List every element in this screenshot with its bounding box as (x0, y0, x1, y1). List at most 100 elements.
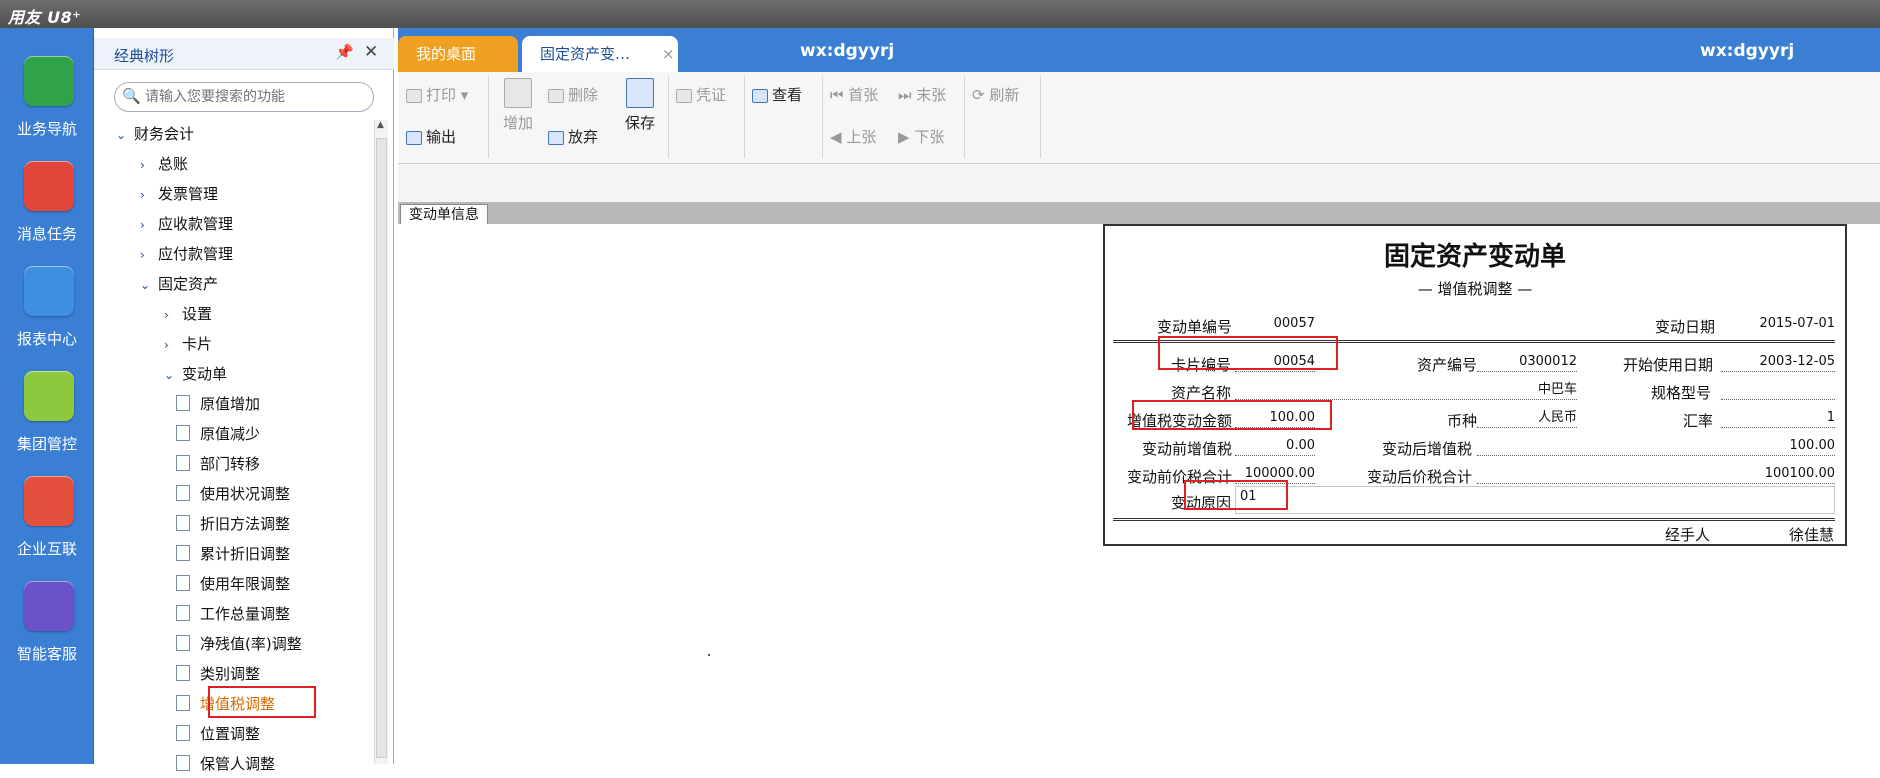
refresh-button[interactable]: ⟳ 刷新 (972, 84, 1019, 105)
delete-button[interactable]: 删除 (548, 84, 598, 105)
tab-bar: 我的桌面 固定资产变… × wx:dgyyrj wx:dgyyrj (398, 28, 1880, 72)
tree-item[interactable]: › 设置 (164, 300, 212, 329)
start-date-field[interactable]: 2003-12-05 (1721, 352, 1835, 372)
tree-item[interactable]: ⌄ 财务会计 (116, 120, 194, 149)
chevron-right-icon[interactable]: › (164, 331, 182, 359)
tree-item[interactable]: › 总账 (140, 150, 188, 179)
document-icon (176, 574, 190, 591)
nav-item-2[interactable]: 报表中心 (0, 266, 94, 366)
document-icon (176, 544, 190, 561)
scroll-thumb[interactable] (376, 138, 387, 758)
document-icon (176, 664, 190, 681)
doc-no-label: 变动单编号 (1157, 318, 1233, 336)
tree-item[interactable]: 净残值(率)调整 (176, 630, 302, 658)
tree-item[interactable]: › 应付款管理 (140, 240, 233, 269)
toolbar: 打印 ▾ 输出 增加 删除 放弃 保存 凭证 查看 ⏮ 首张 ⏭ 末张 ◀ 上张… (398, 72, 1880, 164)
document-icon (176, 424, 190, 441)
tree-item[interactable]: 原值增加 (176, 390, 260, 418)
tree-title: 经典树形 (114, 47, 175, 65)
tree-item-label: 固定资产 (158, 275, 219, 293)
chevron-right-icon[interactable]: › (140, 181, 158, 209)
chevron-down-icon[interactable]: ⌄ (116, 121, 134, 149)
voucher-button[interactable]: 凭证 (676, 84, 726, 105)
tab-home[interactable]: 我的桌面 (398, 36, 518, 72)
tree-item[interactable]: › 应收款管理 (140, 210, 233, 239)
tree-item[interactable]: 保管人调整 (176, 750, 275, 778)
print-button[interactable]: 打印 ▾ (406, 84, 468, 105)
tree-item[interactable]: 增值税调整 (176, 690, 275, 718)
asset-no-label: 资产编号 (1417, 356, 1478, 374)
tree-item[interactable]: 位置调整 (176, 720, 260, 748)
date-value: 2015-07-01 (1759, 316, 1835, 331)
close-icon[interactable]: ✕ (364, 42, 378, 62)
chevron-right-icon[interactable]: › (164, 301, 182, 329)
tab-change-info[interactable]: 变动单信息 (400, 204, 488, 224)
nav-label: 报表中心 (16, 330, 77, 348)
left-nav: 业务导航 消息任务报表中心集团管控 企业互联 智能客服 (0, 28, 94, 764)
tab-fixed-asset-change[interactable]: 固定资产变… × (522, 36, 678, 72)
tree-item[interactable]: 使用年限调整 (176, 570, 290, 598)
scroll-up-icon[interactable]: ▲ (377, 120, 384, 130)
last-button[interactable]: ⏭ 末张 (898, 84, 946, 105)
tree-item[interactable]: 部门转移 (176, 450, 260, 478)
next-button[interactable]: ▶ 下张 (898, 126, 944, 147)
first-button[interactable]: ⏮ 首张 (830, 84, 878, 105)
vat-before-field: 0.00 (1235, 436, 1315, 456)
nav-icon (24, 371, 74, 421)
tree-item-label: 财务会计 (134, 125, 195, 143)
highlight-reason (1184, 480, 1288, 510)
chevron-down-icon[interactable]: ⌄ (164, 361, 182, 389)
view-icon (752, 88, 768, 103)
chevron-right-icon[interactable]: › (140, 151, 158, 179)
tree-item[interactable]: ⌄ 固定资产 (140, 270, 218, 299)
currency-field[interactable]: 人民币 (1477, 408, 1577, 428)
nav-item-1[interactable]: 消息任务 (0, 161, 94, 261)
nav-item-5[interactable]: 智能客服 (0, 581, 94, 681)
tree-item-label: 发票管理 (158, 185, 219, 203)
handler-label: 经手人 (1665, 526, 1711, 544)
document-icon (176, 484, 190, 501)
rate-field[interactable]: 1 (1721, 408, 1835, 428)
nav-item-0[interactable]: 业务导航 (0, 56, 94, 156)
tree-item[interactable]: 工作总量调整 (176, 600, 290, 628)
printer-icon (406, 88, 422, 103)
chevron-right-icon[interactable]: › (140, 211, 158, 239)
spec-field[interactable] (1721, 380, 1835, 400)
tree-item[interactable]: 类别调整 (176, 660, 260, 688)
tree-item-label: 累计折旧调整 (200, 545, 291, 563)
reason-input[interactable]: 01 (1235, 486, 1835, 514)
tree-item[interactable]: 原值减少 (176, 420, 260, 448)
tree-scrollbar[interactable]: ▲ (374, 120, 388, 764)
tree-item-label: 设置 (182, 305, 213, 323)
tree-item-label: 工作总量调整 (200, 605, 291, 623)
form-divider (1113, 518, 1835, 522)
export-button[interactable]: 输出 (406, 126, 456, 147)
prev-button[interactable]: ◀ 上张 (830, 126, 876, 147)
asset-name-field[interactable]: 中巴车 (1235, 380, 1577, 400)
chevron-down-icon[interactable]: ⌄ (140, 271, 158, 299)
start-date-label: 开始使用日期 (1623, 356, 1714, 374)
search-box[interactable]: 🔍 (114, 82, 374, 112)
tree-item[interactable]: › 发票管理 (140, 180, 218, 209)
tree-item[interactable]: ⌄ 变动单 (164, 360, 227, 389)
nav-icon (24, 581, 74, 631)
nav-item-4[interactable]: 企业互联 (0, 476, 94, 576)
tree-item[interactable]: 使用状况调整 (176, 480, 290, 508)
tree-header: 经典树形 📌 ✕ (94, 38, 394, 70)
view-button[interactable]: 查看 (752, 84, 802, 105)
save-button[interactable]: 保存 (622, 78, 658, 133)
document-icon (176, 694, 190, 711)
nav-item-3[interactable]: 集团管控 (0, 371, 94, 471)
chevron-right-icon[interactable]: › (140, 241, 158, 269)
asset-no-field[interactable]: 0300012 (1477, 352, 1577, 372)
tree-item[interactable]: 累计折旧调整 (176, 540, 290, 568)
discard-button[interactable]: 放弃 (548, 126, 598, 147)
highlight-vat-adjust-item (208, 686, 316, 718)
search-input[interactable] (145, 87, 365, 107)
pin-icon[interactable]: 📌 (335, 43, 354, 61)
tab-close-icon[interactable]: × (662, 36, 675, 72)
add-button[interactable]: 增加 (500, 78, 536, 133)
tree-item[interactable]: 折旧方法调整 (176, 510, 290, 538)
highlight-card-no (1158, 336, 1338, 370)
tree-item[interactable]: › 卡片 (164, 330, 212, 359)
